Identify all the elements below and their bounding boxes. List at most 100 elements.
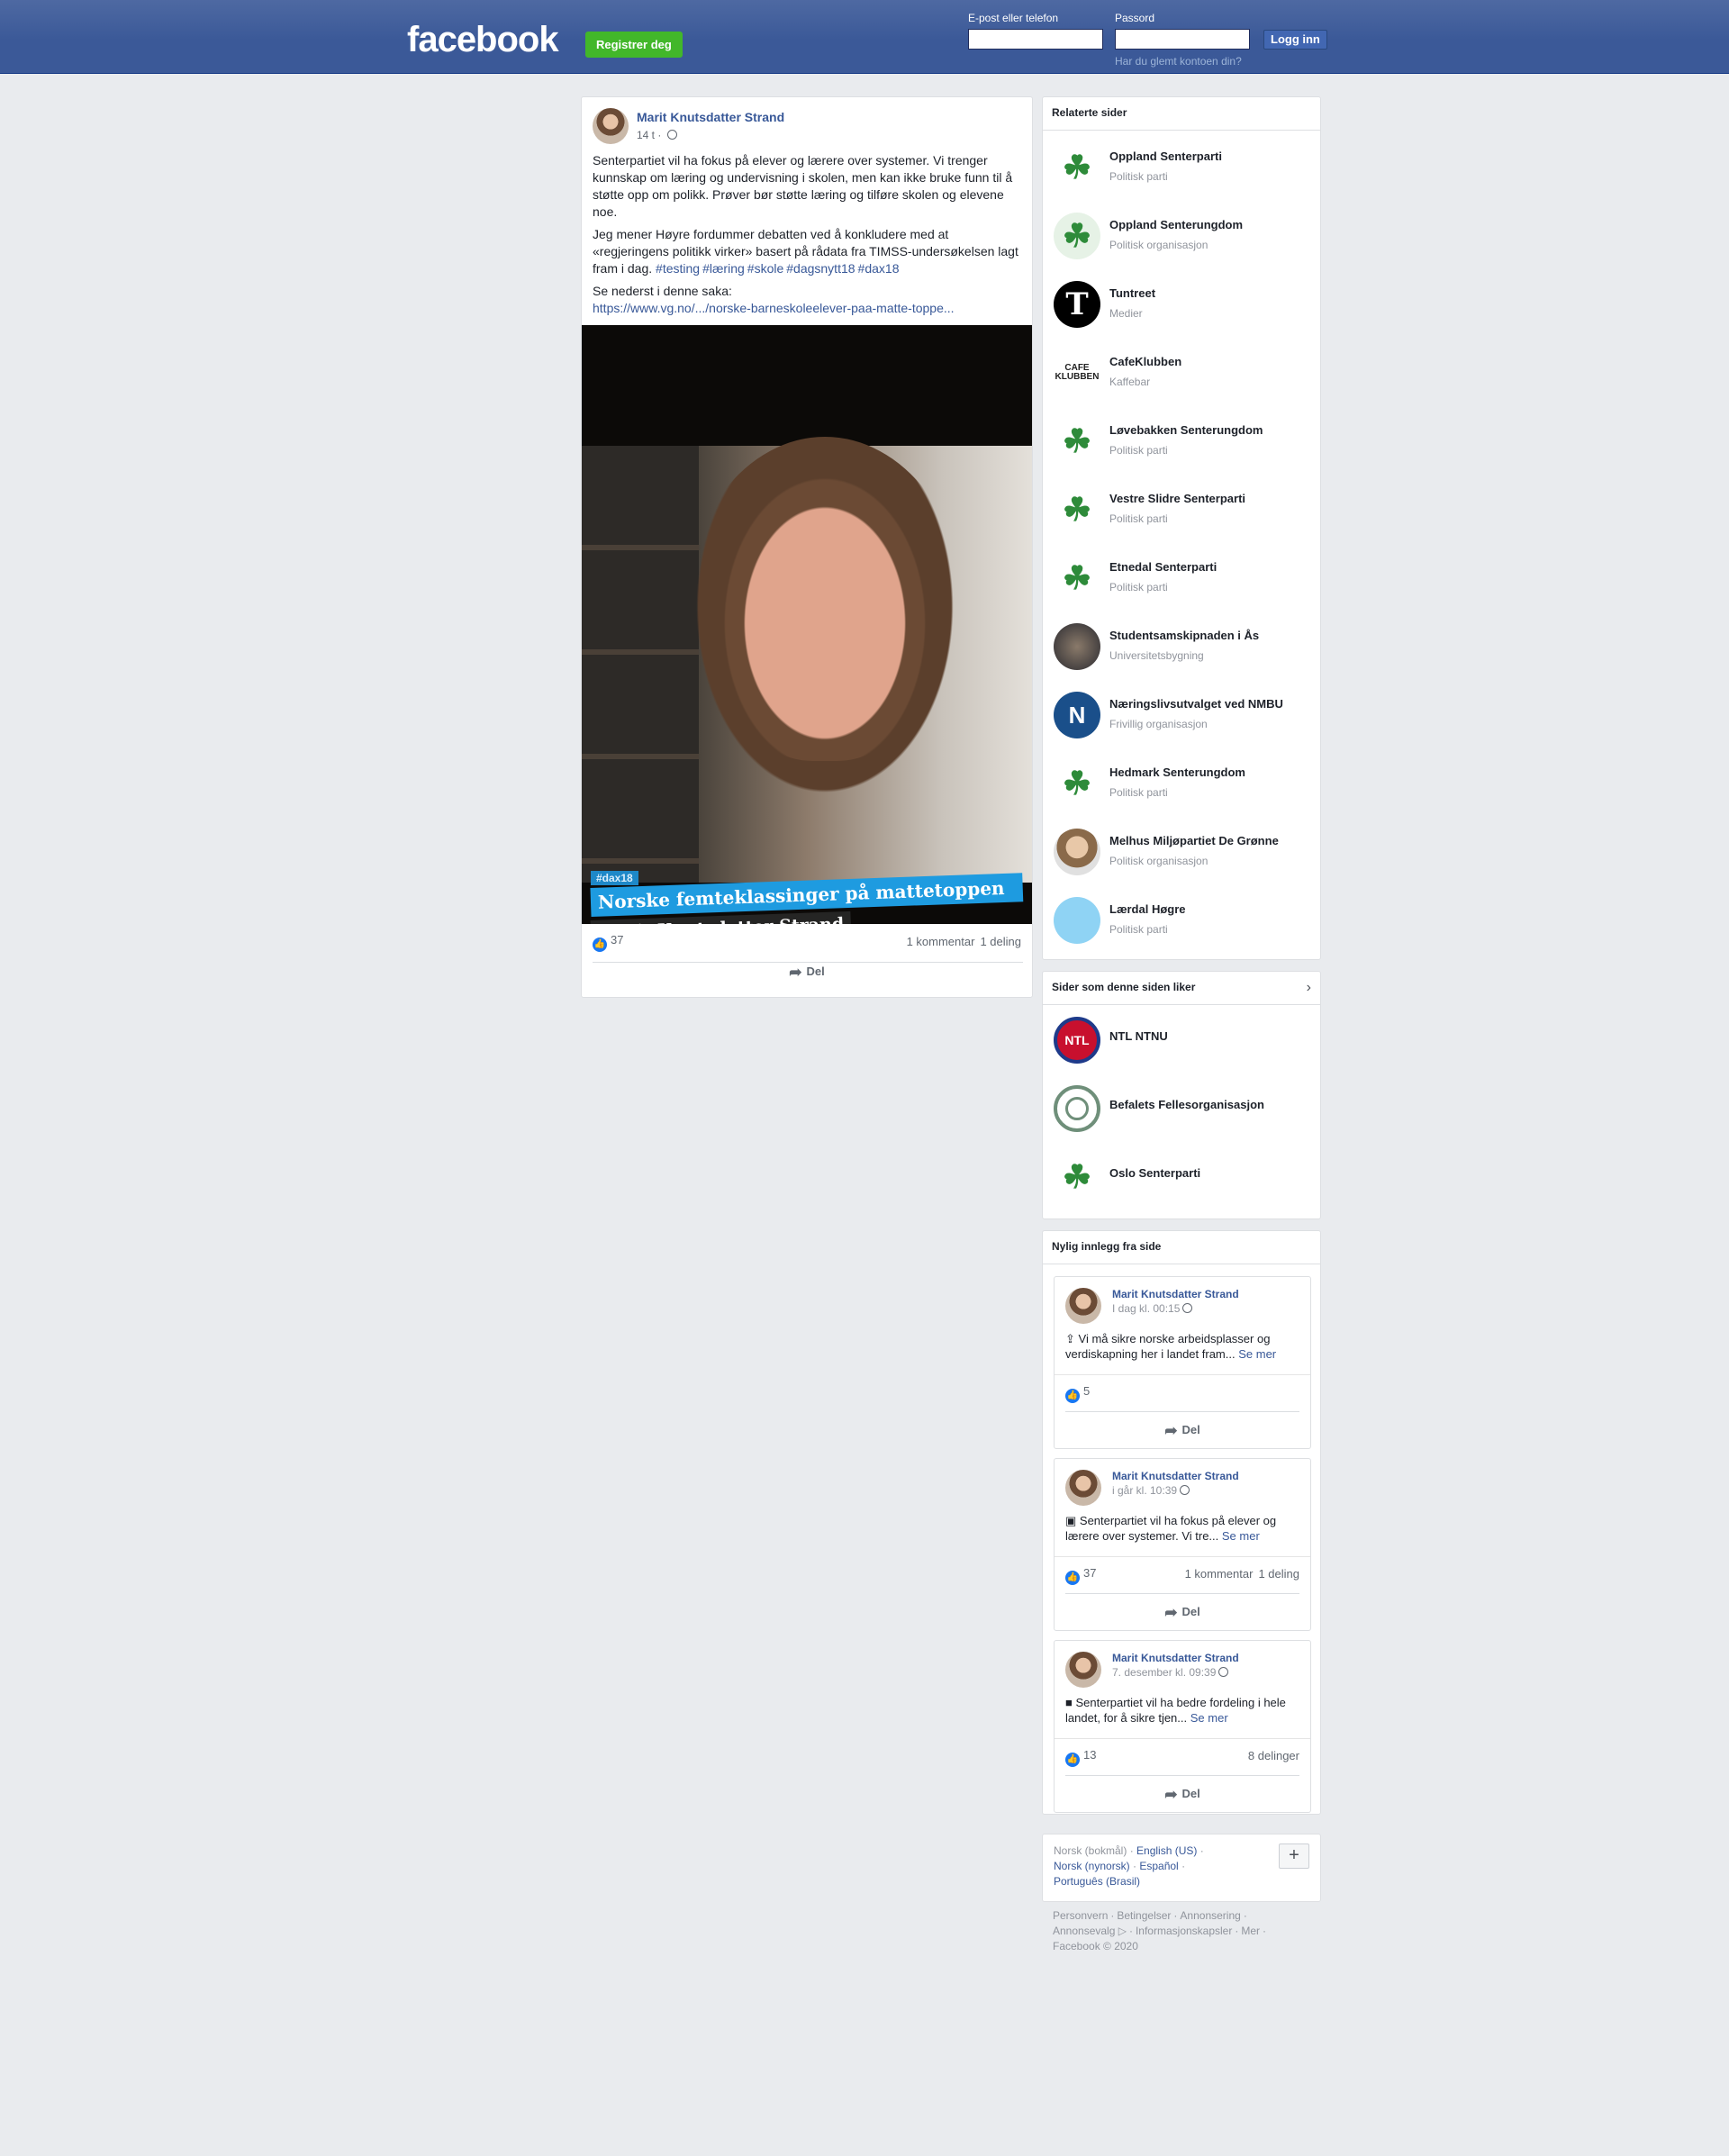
related-pages: Relaterte sider ☘ Oppland Senterparti Po… <box>1042 96 1321 960</box>
nmbu-logo-icon: N <box>1054 692 1100 738</box>
hashtag-link[interactable]: #dagsnytt18 <box>786 261 855 276</box>
footer-link[interactable]: Betingelser <box>1117 1909 1171 1922</box>
related-page-item[interactable]: ☘ Etnedal Senterparti Politisk parti <box>1054 555 1315 623</box>
page-category: Politisk parti <box>1109 512 1168 525</box>
hashtag-link[interactable]: #dax18 <box>858 261 900 276</box>
footer-link[interactable]: Informasjonskapsler <box>1136 1925 1232 1937</box>
reactions[interactable]: 👍 37 <box>593 933 623 952</box>
share-count[interactable]: 1 deling <box>980 935 1021 948</box>
avatar[interactable] <box>1065 1652 1101 1688</box>
post-time[interactable]: I dag kl. 00:15 <box>1112 1302 1193 1315</box>
liked-page-item[interactable]: Befalets Fellesorganisasjon <box>1054 1085 1315 1154</box>
page-name[interactable]: Tuntreet <box>1109 286 1155 300</box>
page-name[interactable]: Studentsamskipnaden i Ås <box>1109 629 1259 642</box>
video-caption: #dax18 Norske femteklassinger på matteto… <box>590 867 1024 924</box>
share-button[interactable]: ➦ Del <box>582 964 1032 982</box>
video-hashtag: #dax18 <box>591 871 638 885</box>
page-name[interactable]: CafeKlubben <box>1109 355 1181 368</box>
avatar[interactable] <box>1065 1288 1101 1324</box>
page-name[interactable]: Befalets Fellesorganisasjon <box>1109 1098 1264 1111</box>
liked-page-item[interactable]: ☘ Oslo Senterparti <box>1054 1154 1315 1222</box>
email-input[interactable] <box>968 29 1103 50</box>
footer-link[interactable]: Annonsering <box>1180 1909 1240 1922</box>
like-icon: 👍 <box>1065 1389 1080 1403</box>
chevron-right-icon[interactable]: › <box>1307 980 1311 996</box>
related-page-item[interactable]: Lærdal Høgre Politisk parti <box>1054 897 1315 965</box>
page-name[interactable]: Vestre Slidre Senterparti <box>1109 492 1245 505</box>
page-category: Politisk parti <box>1109 581 1168 593</box>
post-author[interactable]: Marit Knutsdatter Strand <box>1112 1652 1239 1664</box>
language-link[interactable]: English (US) <box>1136 1844 1197 1857</box>
forgot-account-link[interactable]: Har du glemt kontoen din? <box>1115 55 1242 68</box>
share-count[interactable]: 8 delinger <box>1248 1749 1299 1762</box>
page-name[interactable]: NTL NTNU <box>1109 1029 1168 1043</box>
language-link[interactable]: Español <box>1139 1860 1178 1872</box>
register-button[interactable]: Registrer deg <box>585 32 683 58</box>
reactions[interactable]: 👍 13 <box>1065 1748 1096 1767</box>
see-more-link[interactable]: Se mer <box>1222 1529 1260 1543</box>
liked-page-item[interactable]: NTL NTL NTNU <box>1054 1017 1315 1085</box>
hashtag-link[interactable]: #læring <box>702 261 745 276</box>
share-button[interactable]: ➦ Del <box>1055 1422 1310 1440</box>
page-name[interactable]: Etnedal Senterparti <box>1109 560 1217 574</box>
language-link[interactable]: Português (Brasil) <box>1054 1875 1140 1888</box>
divider <box>1055 1374 1310 1375</box>
comment-count[interactable]: 1 kommentar <box>1185 1567 1254 1581</box>
footer: Personvern · Betingelser · Annonsering · Anno… <box>1053 1909 1267 1952</box>
page-name[interactable]: Hedmark Senterungdom <box>1109 765 1245 779</box>
share-button[interactable]: ➦ Del <box>1055 1604 1310 1622</box>
share-count[interactable]: 1 deling <box>1258 1567 1299 1581</box>
post-author[interactable]: Marit Knutsdatter Strand <box>1112 1288 1239 1300</box>
ntl-logo-icon: NTL <box>1054 1017 1100 1064</box>
share-arrow-icon: ➦ <box>1164 1422 1178 1439</box>
footer-link[interactable]: Personvern <box>1053 1909 1108 1922</box>
footer-link[interactable]: Mer <box>1241 1925 1260 1937</box>
page-name[interactable]: Melhus Miljøpartiet De Grønne <box>1109 834 1279 847</box>
hashtag-link[interactable]: #skole <box>747 261 783 276</box>
globe-icon <box>1218 1667 1229 1677</box>
comment-count[interactable]: 1 kommentar <box>907 935 975 948</box>
article-link[interactable]: https://www.vg.no/.../norske-barneskolee… <box>593 301 955 315</box>
avatar[interactable] <box>593 108 629 144</box>
related-page-item[interactable]: ☘ Oppland Senterungdom Politisk organisa… <box>1054 213 1315 281</box>
page-name[interactable]: Oslo Senterparti <box>1109 1166 1200 1180</box>
share-link-icon: ⇪ <box>1065 1332 1079 1345</box>
post-author[interactable]: Marit Knutsdatter Strand <box>1112 1470 1239 1482</box>
top-bar: facebook Registrer deg E-post eller tele… <box>0 0 1729 74</box>
post-time[interactable]: i går kl. 10:39 <box>1112 1484 1190 1497</box>
page-name[interactable]: Løvebakken Senterungdom <box>1109 423 1263 437</box>
login-button[interactable]: Logg inn <box>1263 30 1327 50</box>
page-name[interactable]: Lærdal Høgre <box>1109 902 1186 916</box>
person-photo-icon <box>1054 829 1100 875</box>
related-page-item[interactable]: Studentsamskipnaden i Ås Universitetsbyg… <box>1054 623 1315 692</box>
related-page-item[interactable]: Melhus Miljøpartiet De Grønne Politisk o… <box>1054 829 1315 897</box>
related-page-item[interactable]: ☘ Løvebakken Senterungdom Politisk parti <box>1054 418 1315 486</box>
bfo-logo-icon <box>1054 1085 1100 1132</box>
reactions[interactable]: 👍 5 <box>1065 1384 1090 1403</box>
language-link[interactable]: Norsk (nynorsk) <box>1054 1860 1130 1872</box>
post-time[interactable]: 14 t · <box>637 129 677 141</box>
page-name[interactable]: Oppland Senterparti <box>1109 149 1222 163</box>
footer-link[interactable]: Annonsevalg <box>1053 1925 1115 1937</box>
see-more-link[interactable]: Se mer <box>1190 1711 1228 1725</box>
hashtag-link[interactable]: #testing <box>656 261 700 276</box>
facebook-logo[interactable]: facebook <box>407 20 559 60</box>
related-page-item[interactable]: T Tuntreet Medier <box>1054 281 1315 349</box>
related-page-item[interactable]: N Næringslivsutvalget ved NMBU Frivillig… <box>1054 692 1315 760</box>
related-page-item[interactable]: ☘ Oppland Senterparti Politisk parti <box>1054 144 1315 213</box>
avatar[interactable] <box>1065 1470 1101 1506</box>
page-name[interactable]: Oppland Senterungdom <box>1109 218 1243 231</box>
share-button[interactable]: ➦ Del <box>1055 1786 1310 1804</box>
reactions[interactable]: 👍 37 <box>1065 1566 1096 1585</box>
related-page-item[interactable]: CAFE KLUBBEN CafeKlubben Kaffebar <box>1054 349 1315 418</box>
password-input[interactable] <box>1115 29 1250 50</box>
related-page-item[interactable]: ☘ Hedmark Senterungdom Politisk parti <box>1054 760 1315 829</box>
related-page-item[interactable]: ☘ Vestre Slidre Senterparti Politisk par… <box>1054 486 1315 555</box>
see-more-link[interactable]: Se mer <box>1238 1347 1276 1361</box>
post-author[interactable]: Marit Knutsdatter Strand <box>637 110 784 124</box>
copyright: Facebook © 2020 <box>1053 1940 1138 1952</box>
more-languages-button[interactable]: + <box>1279 1843 1309 1869</box>
video-player[interactable]: #dax18 Norske femteklassinger på matteto… <box>582 325 1032 924</box>
post-time[interactable]: 7. desember kl. 09:39 <box>1112 1666 1229 1679</box>
page-name[interactable]: Næringslivsutvalget ved NMBU <box>1109 697 1283 711</box>
